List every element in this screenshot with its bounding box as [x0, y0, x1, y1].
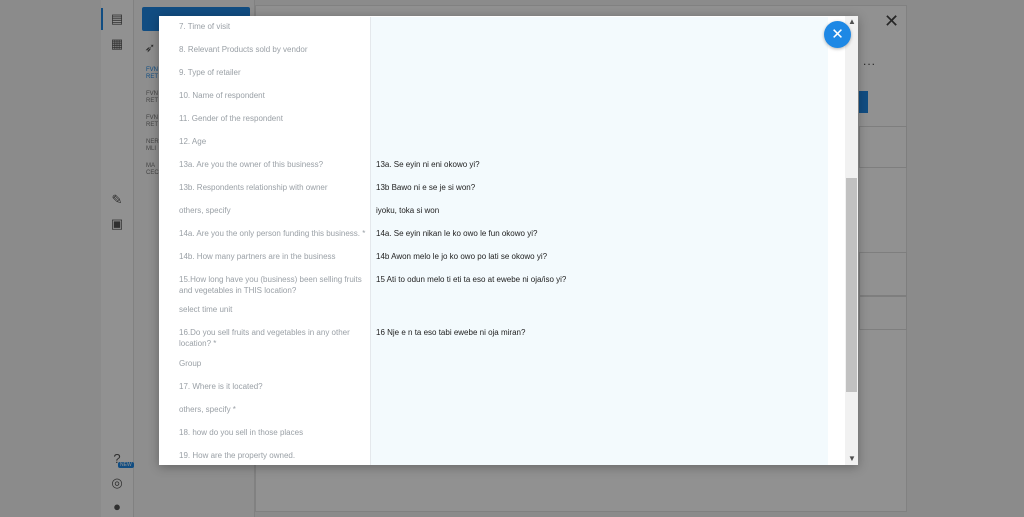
question-cell: 18. how do you sell in those places	[176, 423, 371, 446]
table-row: 16.Do you sell fruits and vegetables in …	[176, 323, 828, 355]
translation-cell[interactable]	[371, 354, 828, 377]
translation-cell[interactable]: iyoku, toka si won	[371, 201, 828, 224]
translation-cell[interactable]	[371, 17, 828, 40]
question-cell: select time unit	[176, 300, 371, 323]
table-row: 14a. Are you the only person funding thi…	[176, 224, 828, 248]
translation-cell[interactable]: 13b Bawo ni e se je si won?	[371, 178, 828, 201]
scroll-thumb[interactable]	[846, 178, 857, 392]
question-cell: others, specify *	[176, 400, 371, 423]
question-cell: 13a. Are you the owner of this business?	[176, 155, 371, 178]
table-row: 7. Time of visit	[176, 17, 828, 41]
translation-cell[interactable]	[371, 300, 828, 323]
question-cell: 12. Age	[176, 132, 371, 155]
scroll-up-icon[interactable]: ▲	[848, 18, 856, 26]
question-cell: 17. Where is it located?	[176, 377, 371, 400]
question-cell: 11. Gender of the respondent	[176, 109, 371, 132]
scrollbar[interactable]: ▲ ▼	[845, 16, 858, 465]
translation-cell[interactable]: 13a. Se eyin ni eni okowo yi?	[371, 155, 828, 178]
table-row: 8. Relevant Products sold by vendor	[176, 40, 828, 64]
translation-cell[interactable]	[371, 400, 828, 423]
table-row: 19. How are the property owned.	[176, 446, 828, 465]
table-row: 9. Type of retailer	[176, 63, 828, 87]
question-cell: 13b. Respondents relationship with owner	[176, 178, 371, 201]
translation-cell[interactable]: 16 Nje e n ta eso tabi ewebe ni oja mira…	[371, 323, 828, 354]
table-row: 13b. Respondents relationship with owner…	[176, 178, 828, 202]
translation-cell[interactable]: 15 Ati to odun melo ti eti ta eso at ewe…	[371, 270, 828, 300]
question-cell: 14a. Are you the only person funding thi…	[176, 224, 371, 247]
translation-cell[interactable]	[371, 132, 828, 155]
table-row: 17. Where is it located?	[176, 377, 828, 401]
question-cell: 8. Relevant Products sold by vendor	[176, 40, 371, 63]
table-row: 15.How long have you (business) been sel…	[176, 270, 828, 301]
translation-cell[interactable]	[371, 377, 828, 400]
question-cell: 19. How are the property owned.	[176, 446, 371, 465]
table-row: 18. how do you sell in those places	[176, 423, 828, 447]
table-row: others, specify *	[176, 400, 828, 424]
question-cell: 15.How long have you (business) been sel…	[176, 270, 371, 300]
translation-cell[interactable]	[371, 86, 828, 109]
translation-cell[interactable]: 14a. Se eyin nikan le ko owo le fun okow…	[371, 224, 828, 247]
question-cell: 10. Name of respondent	[176, 86, 371, 109]
question-cell: 16.Do you sell fruits and vegetables in …	[176, 323, 371, 354]
question-cell: Group	[176, 354, 371, 377]
table-row: others, specify iyoku, toka si won	[176, 201, 828, 225]
translation-modal: 7. Time of visit 8. Relevant Products sol…	[159, 16, 858, 465]
question-cell: 14b. How many partners are in the busine…	[176, 247, 371, 270]
table-row: 14b. How many partners are in the busine…	[176, 247, 828, 271]
close-modal-button[interactable]: ✕	[824, 21, 851, 48]
question-cell: 9. Type of retailer	[176, 63, 371, 86]
translation-cell[interactable]	[371, 109, 828, 132]
table-row: 11. Gender of the respondent	[176, 109, 828, 133]
scroll-down-icon[interactable]: ▼	[848, 455, 856, 463]
table-row: select time unit	[176, 300, 828, 324]
translation-cell[interactable]	[371, 446, 828, 465]
table-row: 12. Age	[176, 132, 828, 156]
table-row: 10. Name of respondent	[176, 86, 828, 110]
table-row: Group	[176, 354, 828, 378]
translation-cell[interactable]	[371, 40, 828, 63]
translation-table: 7. Time of visit 8. Relevant Products sol…	[176, 16, 828, 465]
translation-cell[interactable]	[371, 63, 828, 86]
table-row: 13a. Are you the owner of this business?…	[176, 155, 828, 179]
translation-cell[interactable]: 14b Awon melo le jo ko owo po lati se ok…	[371, 247, 828, 270]
translation-cell[interactable]	[371, 423, 828, 446]
question-cell: others, specify	[176, 201, 371, 224]
question-cell: 7. Time of visit	[176, 17, 371, 40]
